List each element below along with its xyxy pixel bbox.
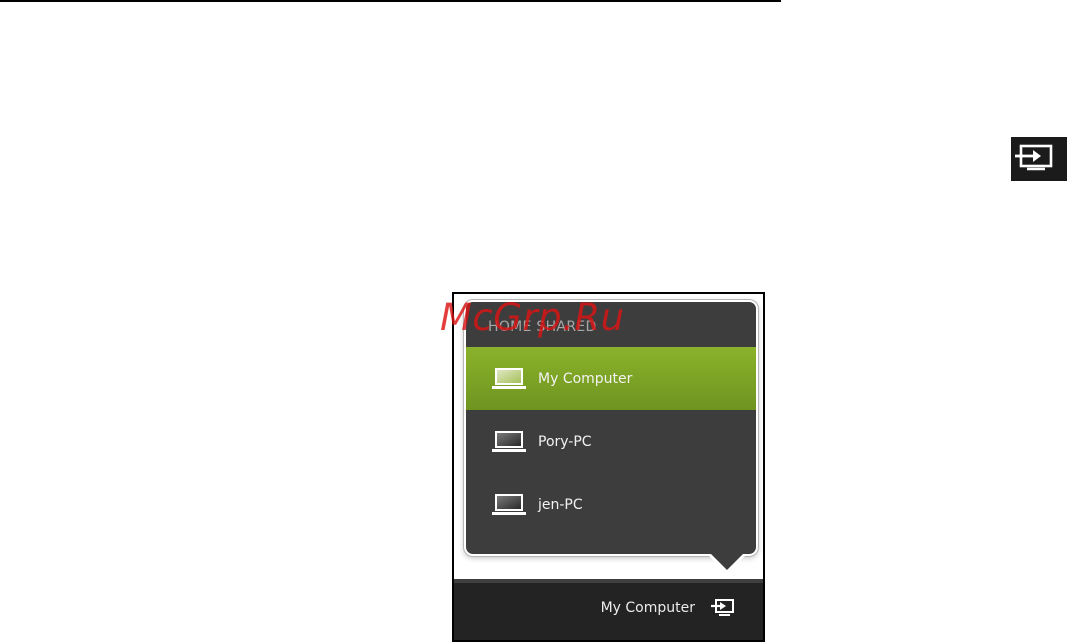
laptop-icon bbox=[490, 430, 528, 454]
page: HOME SHARED My Computer Pory-PC jen-PC M… bbox=[0, 0, 1067, 642]
device-label: jen-PC bbox=[538, 496, 583, 513]
top-divider-rule bbox=[0, 0, 781, 2]
flyout-screenshot: HOME SHARED My Computer Pory-PC jen-PC M… bbox=[452, 292, 765, 642]
section-heading-home-shared: HOME SHARED bbox=[488, 319, 597, 335]
play-to-device-icon bbox=[1011, 137, 1067, 181]
device-label: My Computer bbox=[538, 370, 633, 387]
device-label: Pory-PC bbox=[538, 433, 592, 450]
device-item-pory-pc[interactable]: Pory-PC bbox=[466, 410, 756, 473]
play-to-device-icon[interactable] bbox=[708, 596, 736, 622]
laptop-icon bbox=[490, 493, 528, 517]
device-item-jen-pc[interactable]: jen-PC bbox=[466, 473, 756, 536]
device-item-my-computer[interactable]: My Computer bbox=[466, 347, 756, 410]
device-picker-flyout: HOME SHARED My Computer Pory-PC jen-PC bbox=[464, 300, 758, 556]
current-device-label[interactable]: My Computer bbox=[601, 600, 695, 616]
app-bar: My Computer bbox=[454, 579, 763, 640]
device-list: My Computer Pory-PC jen-PC bbox=[466, 347, 756, 536]
flyout-pointer-fill bbox=[710, 553, 744, 570]
laptop-icon bbox=[490, 367, 528, 391]
